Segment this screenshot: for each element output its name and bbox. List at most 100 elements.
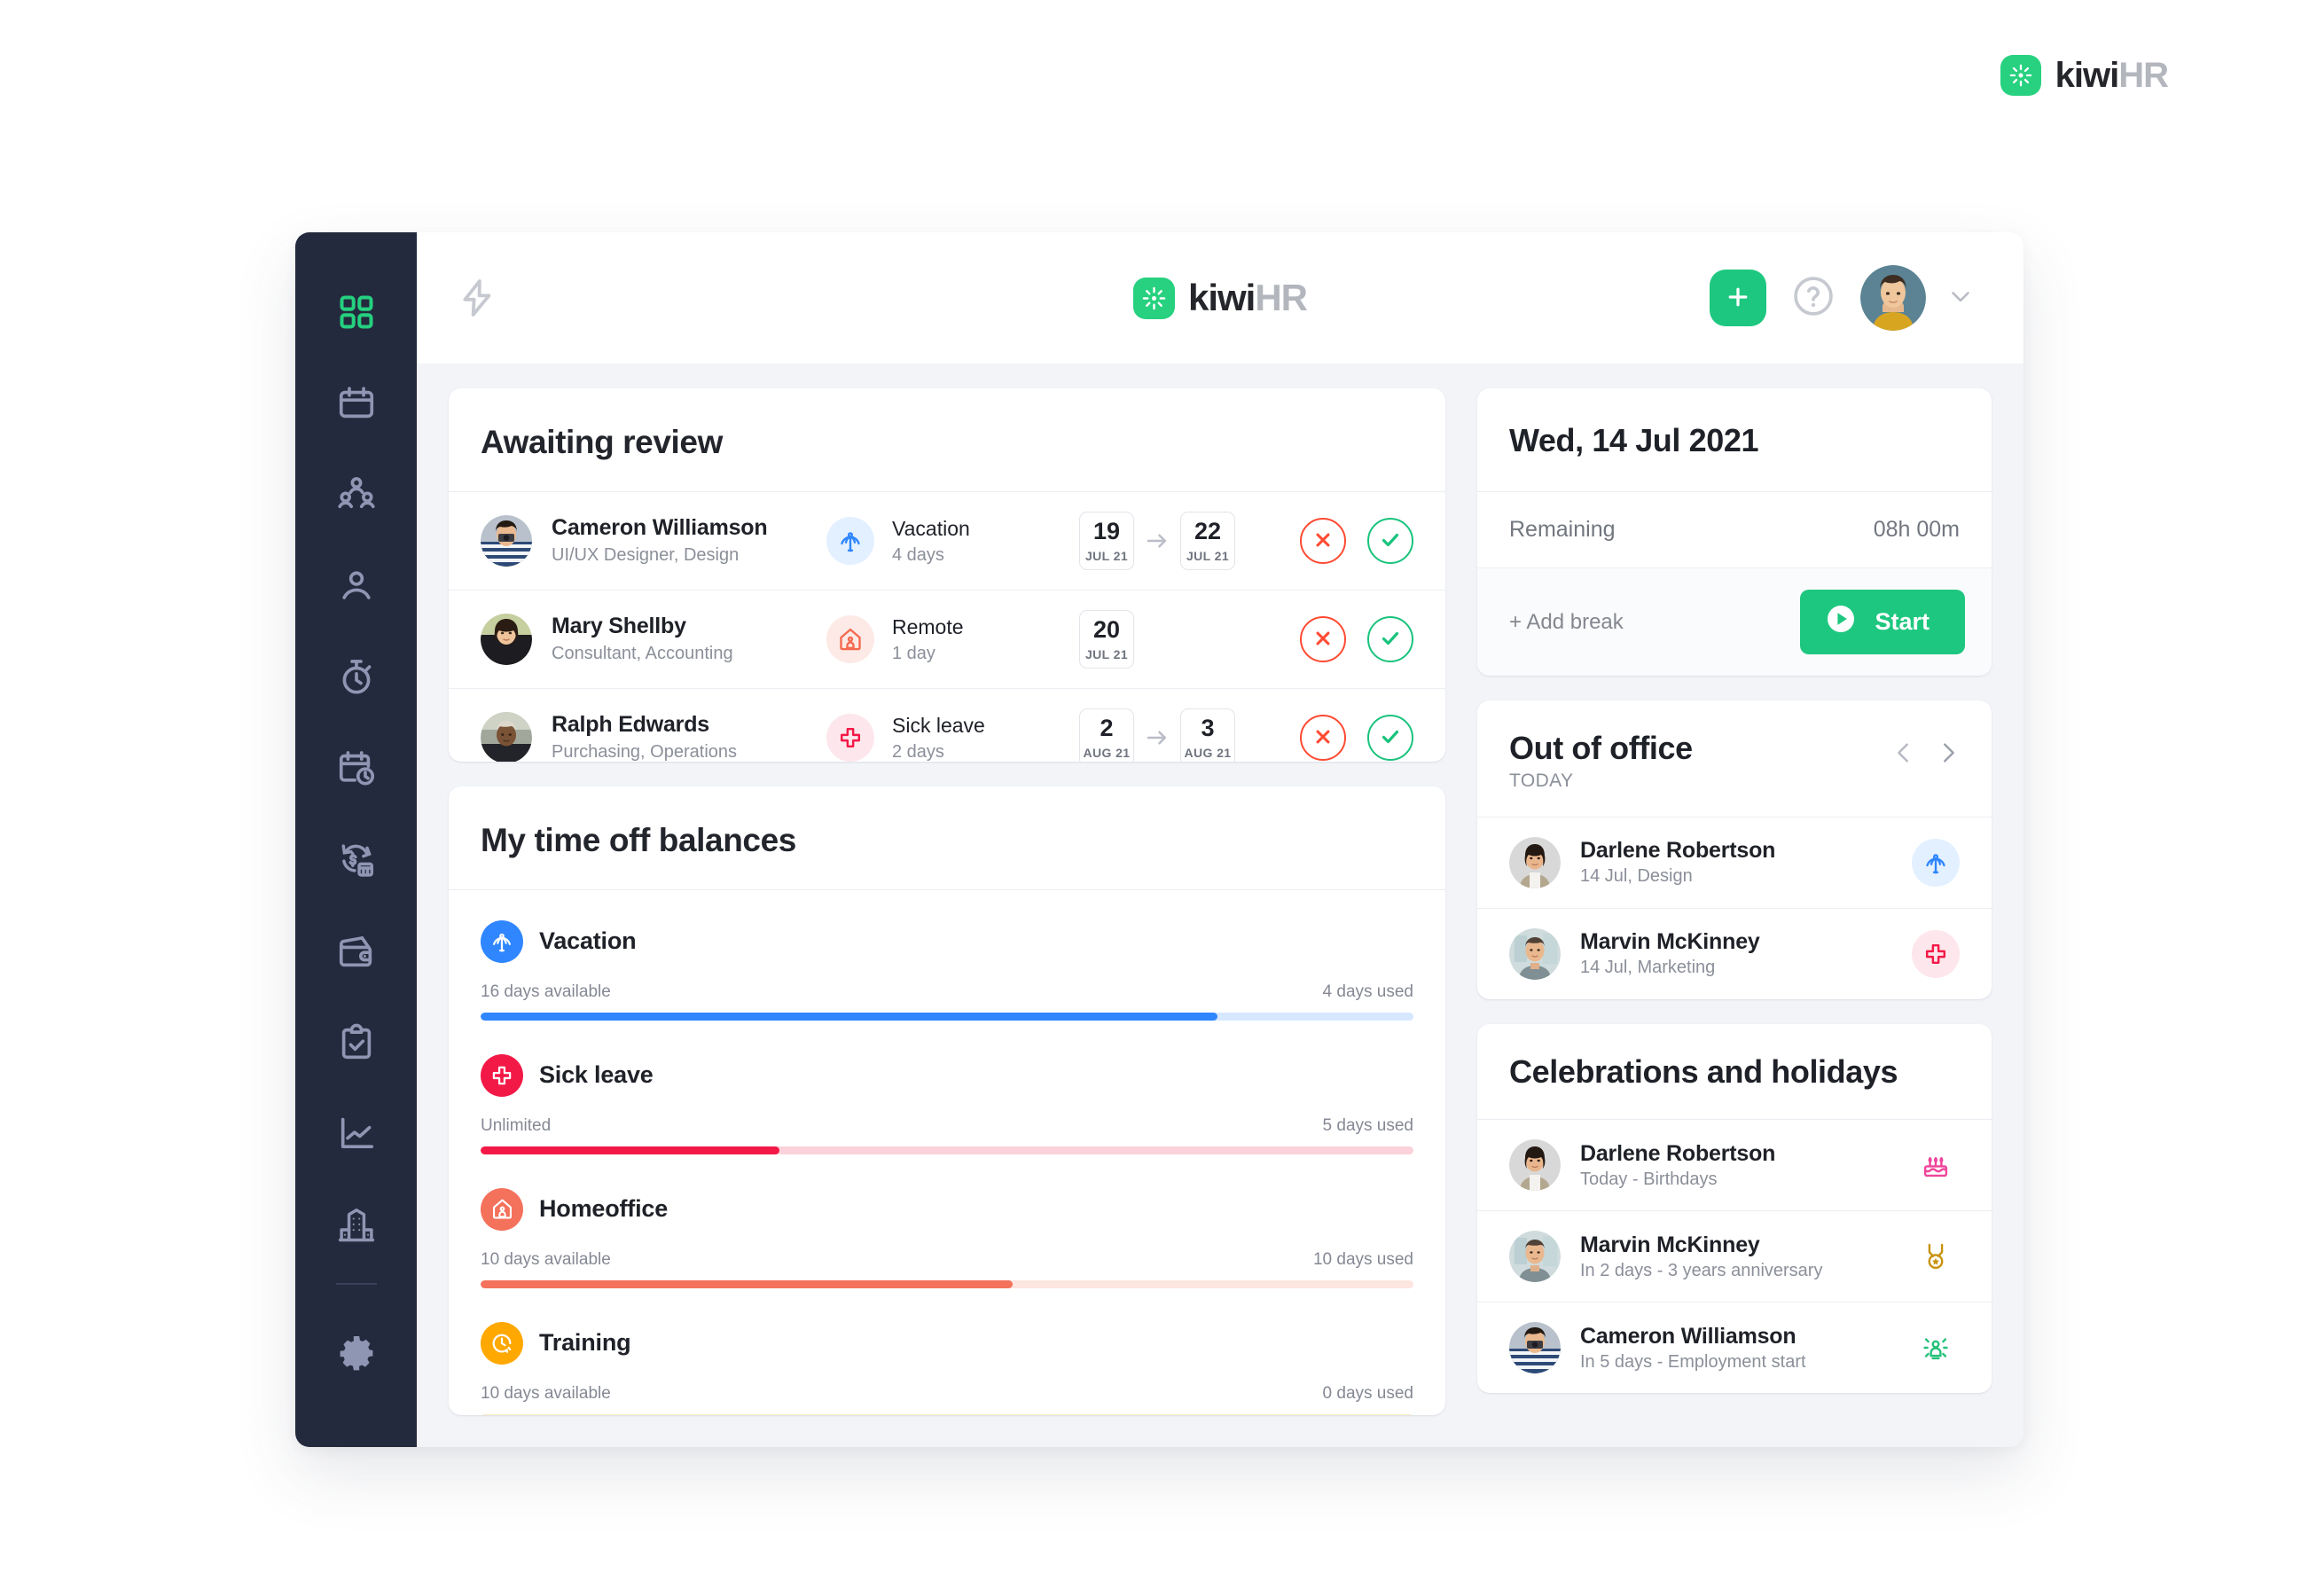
user-menu[interactable] <box>1860 265 1976 331</box>
date-from: 20 JUL 21 <box>1079 610 1134 669</box>
table-row[interactable]: Cameron Williamson UI/UX Designer, Desig… <box>449 492 1445 591</box>
date-from: 19 JUL 21 <box>1079 512 1134 570</box>
date-from: 2 AUG 21 <box>1079 708 1134 762</box>
balance-progress-bar <box>481 1146 1413 1154</box>
check-circle-icon <box>1380 529 1401 553</box>
reject-button[interactable] <box>1300 616 1346 662</box>
balance-name: Vacation <box>539 927 637 955</box>
balance-available: 10 days available <box>481 1383 611 1403</box>
app-logo-name-primary: kiwi <box>1187 277 1256 318</box>
date-to: 22 JUL 21 <box>1180 512 1235 570</box>
date-to-month: AUG 21 <box>1184 746 1232 760</box>
start-button[interactable]: Start <box>1800 590 1965 654</box>
review-type-duration: 1 day <box>892 643 935 663</box>
approve-button[interactable] <box>1367 518 1413 564</box>
celebrations-card: Celebrations and holidays Darlene Robert… <box>1477 1023 1992 1394</box>
sidebar-item-company[interactable] <box>295 1179 417 1271</box>
list-item: Training 10 days available 0 days used <box>481 1321 1413 1415</box>
calendar-icon <box>336 383 377 424</box>
wallet-icon <box>336 931 377 972</box>
app-logo-name-secondary: HR <box>1255 277 1308 318</box>
review-person: Ralph Edwards Purchasing, Operations <box>481 711 826 762</box>
remaining-value: 08h 00m <box>1873 517 1960 542</box>
help-button[interactable] <box>1790 273 1836 324</box>
balance-used: 4 days used <box>1322 982 1413 1001</box>
sidebar-item-payroll[interactable] <box>295 814 417 905</box>
balance-progress-fill <box>481 1279 1013 1288</box>
page-brand-lockup: kiwiHR <box>2000 55 2169 96</box>
reject-button[interactable] <box>1300 518 1346 564</box>
table-row[interactable]: Mary Shellby Consultant, Accounting Remo… <box>449 591 1445 689</box>
sidebar-item-calendar[interactable] <box>295 357 417 449</box>
right-column: Wed, 14 Jul 2021 Remaining 08h 00m + Add… <box>1477 388 1992 1415</box>
palm-tree-icon <box>826 517 874 565</box>
balance-available: 16 days available <box>481 982 611 1001</box>
app-main: kiwiHR Awaiting review Cameron Williamso… <box>417 232 2023 1447</box>
add-button[interactable] <box>1710 270 1766 326</box>
approve-button[interactable] <box>1367 616 1413 662</box>
person-detail: In 2 days - 3 years anniversary <box>1580 1260 1823 1280</box>
review-actions <box>1300 518 1413 564</box>
list-item[interactable]: Cameron Williamson In 5 days - Employmen… <box>1477 1303 1992 1393</box>
date-from-day: 19 <box>1092 518 1121 544</box>
sidebar-item-team[interactable] <box>295 449 417 540</box>
date-to: 3 AUG 21 <box>1180 708 1235 762</box>
remaining-label: Remaining <box>1509 517 1616 542</box>
add-break-button[interactable]: + Add break <box>1509 610 1624 635</box>
list-item[interactable]: Marvin McKinney In 2 days - 3 years anni… <box>1477 1211 1992 1303</box>
review-person-name: Mary Shellby <box>552 613 686 638</box>
avatar <box>481 515 532 567</box>
start-button-label: Start <box>1875 608 1930 635</box>
reject-button[interactable] <box>1300 715 1346 761</box>
timer-footer: + Add break Start <box>1477 568 1992 676</box>
person-detail: 14 Jul, Marketing <box>1580 958 1716 978</box>
team-people-icon <box>336 474 377 515</box>
review-type-label: Sick leave <box>892 714 985 738</box>
approve-button[interactable] <box>1367 715 1413 761</box>
user-avatar <box>1860 265 1926 331</box>
balance-meta: 10 days available 10 days used <box>481 1250 1413 1270</box>
list-item: Homeoffice 10 days available 10 days use… <box>481 1187 1413 1288</box>
list-item[interactable]: Darlene Robertson 14 Jul, Design <box>1477 818 1992 909</box>
lightning-bolt-icon[interactable] <box>456 277 498 319</box>
sidebar-item-absences[interactable] <box>295 723 417 814</box>
sidebar-item-settings[interactable] <box>295 1308 417 1399</box>
table-row[interactable]: Ralph Edwards Purchasing, Operations Sic… <box>449 689 1445 762</box>
remaining-row: Remaining 08h 00m <box>1477 492 1992 568</box>
chart-line-icon <box>336 1114 377 1154</box>
out-of-office-subtitle: TODAY <box>1509 770 1574 791</box>
training-clock-icon <box>481 1321 523 1365</box>
sidebar-item-tasks[interactable] <box>295 997 417 1088</box>
celebrations-title: Celebrations and holidays <box>1509 1052 1898 1090</box>
palm-tree-icon <box>1912 838 1960 887</box>
avatar <box>1509 1231 1561 1283</box>
sidebar-item-time-tracking[interactable] <box>295 631 417 723</box>
chevron-left-icon[interactable] <box>1890 739 1917 766</box>
app-body: Awaiting review Cameron Williamson UI/UX… <box>417 364 2023 1447</box>
sidebar-item-reports[interactable] <box>295 1088 417 1179</box>
balance-available: Unlimited <box>481 1115 552 1135</box>
new-hire-spark-icon <box>1912 1333 1960 1363</box>
list-item[interactable]: Marvin McKinney 14 Jul, Marketing <box>1477 909 1992 999</box>
medical-cross-icon <box>826 714 874 762</box>
balance-used: 0 days used <box>1322 1383 1413 1403</box>
sidebar-item-expenses[interactable] <box>295 905 417 997</box>
sidebar-item-employees[interactable] <box>295 540 417 631</box>
date-to-month: JUL 21 <box>1186 549 1230 563</box>
list-item[interactable]: Darlene Robertson Today - Birthdays <box>1477 1120 1992 1212</box>
awaiting-review-header: Awaiting review <box>449 388 1445 492</box>
x-circle-icon <box>1313 530 1333 552</box>
out-of-office-card: Out of office TODAY Darlene Robertson 14… <box>1477 700 1992 999</box>
app-header: kiwiHR <box>417 232 2023 364</box>
today-timer-card: Wed, 14 Jul 2021 Remaining 08h 00m + Add… <box>1477 388 1992 676</box>
balance-head: Vacation <box>481 919 1413 963</box>
play-circle-icon <box>1825 603 1857 641</box>
sidebar-item-dashboard[interactable] <box>295 266 417 357</box>
medical-cross-icon <box>1912 929 1960 978</box>
review-actions <box>1300 616 1413 662</box>
list-item: Vacation 16 days available 4 days used <box>481 919 1413 1021</box>
chevron-right-icon[interactable] <box>1935 739 1961 766</box>
balance-meta: 10 days available 0 days used <box>481 1384 1413 1404</box>
balance-name: Sick leave <box>539 1061 654 1089</box>
awaiting-review-card: Awaiting review Cameron Williamson UI/UX… <box>449 388 1445 762</box>
